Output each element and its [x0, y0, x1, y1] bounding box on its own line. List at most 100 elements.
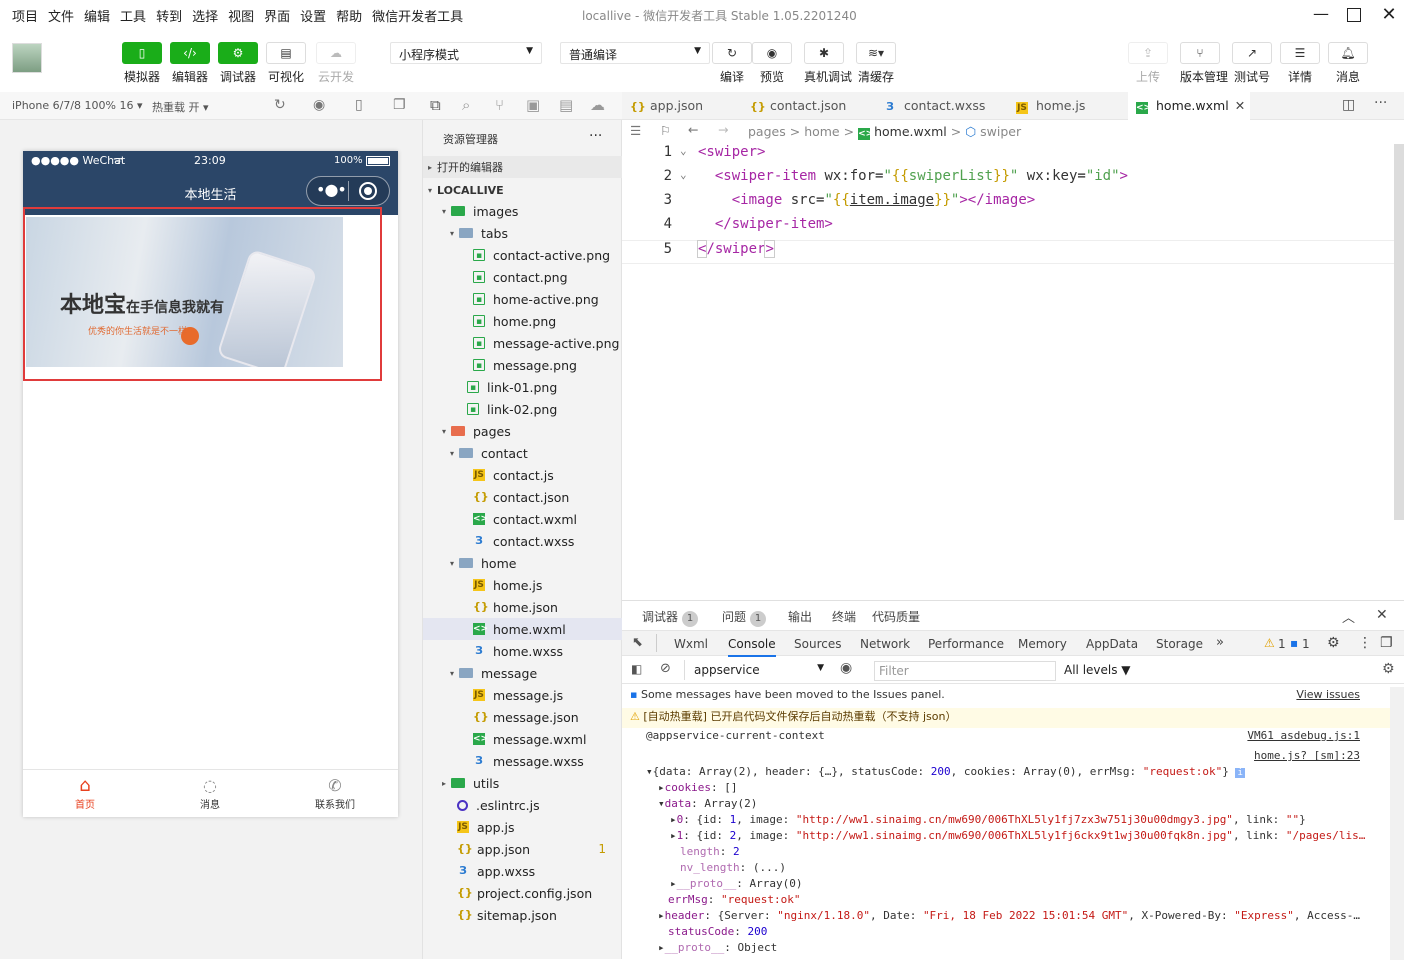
- tree-file[interactable]: <> home.wxml: [423, 618, 622, 640]
- maximize-icon[interactable]: [1343, 4, 1365, 26]
- tab-contact-json[interactable]: {} contact.json: [750, 92, 870, 120]
- source-link[interactable]: VM61 asdebug.js:1: [1247, 729, 1360, 742]
- tree-file[interactable]: {} app.json 1: [423, 838, 622, 860]
- log-prop[interactable]: ▸0: {id: 1, image: "http://ww1.sinaimg.c…: [622, 813, 1390, 829]
- tab-home-wxml[interactable]: <> home.wxml ✕: [1128, 92, 1250, 120]
- tab-terminal[interactable]: 终端: [832, 608, 856, 625]
- tree-file[interactable]: ▪ home.png: [423, 310, 622, 332]
- code-line[interactable]: 4 </swiper-item>: [622, 216, 1404, 240]
- tree-folder[interactable]: ▾ home: [423, 552, 622, 574]
- close-panel-icon[interactable]: ✕: [1376, 607, 1388, 623]
- tree-file[interactable]: {} sitemap.json: [423, 904, 622, 926]
- close-miniprogram-icon[interactable]: [359, 182, 377, 200]
- more-icon[interactable]: ···: [589, 128, 602, 144]
- forward-arrow-icon[interactable]: →: [718, 122, 728, 137]
- more-dots-icon[interactable]: •●•: [316, 180, 347, 199]
- tab-output[interactable]: 输出: [788, 608, 812, 625]
- tree-file[interactable]: {} project.config.json: [423, 882, 622, 904]
- rotate-icon[interactable]: ↻: [274, 97, 286, 113]
- menu-tools[interactable]: 工具: [115, 6, 151, 25]
- code-line-current[interactable]: 5 </swiper>: [622, 240, 1404, 264]
- tree-file[interactable]: JS message.js: [423, 684, 622, 706]
- version-button[interactable]: ⑂ 版本管理: [1180, 42, 1228, 85]
- tree-file[interactable]: ▪ message-active.png: [423, 332, 622, 354]
- capsule-menu[interactable]: •●•: [306, 176, 390, 206]
- preview-button[interactable]: ◉ 预览: [752, 42, 792, 85]
- tree-file[interactable]: <> message.wxml: [423, 728, 622, 750]
- upload-button[interactable]: ⇪ 上传: [1128, 42, 1168, 85]
- crumb-swiper[interactable]: swiper: [980, 124, 1021, 139]
- devtab-sources[interactable]: Sources: [794, 637, 841, 651]
- tree-file[interactable]: {} home.json: [423, 596, 622, 618]
- tree-file[interactable]: Зcontact.wxss: [423, 530, 622, 552]
- phone-outline-icon[interactable]: ▯: [355, 97, 363, 113]
- view-issues-link[interactable]: View issues: [1296, 688, 1360, 701]
- kebab-menu-icon[interactable]: ⋮: [1358, 635, 1372, 651]
- avatar[interactable]: [12, 43, 42, 73]
- tree-file[interactable]: JS app.js: [423, 816, 622, 838]
- tab-home-js[interactable]: JS home.js: [1016, 92, 1126, 120]
- console-filter-input[interactable]: Filter: [874, 661, 1056, 681]
- devtab-network[interactable]: Network: [860, 637, 910, 651]
- log-prop[interactable]: ▸__proto__: Array(0): [622, 877, 1390, 893]
- record-icon[interactable]: ◉: [313, 97, 325, 113]
- menu-settings[interactable]: 设置: [295, 6, 331, 25]
- menu-goto[interactable]: 转到: [151, 6, 187, 25]
- chevron-down-icon[interactable]: ▾: [445, 229, 459, 238]
- tab-contact[interactable]: ✆ 联系我们: [295, 776, 375, 811]
- list-icon[interactable]: ☰: [630, 123, 641, 138]
- tree-file[interactable]: ▪ link-01.png: [423, 376, 622, 398]
- chevron-down-icon[interactable]: ▾: [445, 449, 459, 458]
- git-icon[interactable]: ⑂: [495, 96, 504, 114]
- tree-file[interactable]: JS contact.js: [423, 464, 622, 486]
- menu-file[interactable]: 文件: [43, 6, 79, 25]
- storage-icon[interactable]: ▤: [559, 96, 573, 114]
- console-scrollbar[interactable]: [1390, 687, 1404, 960]
- console-settings-icon[interactable]: ⚙: [1382, 661, 1395, 677]
- log-levels-select[interactable]: All levels ▼: [1064, 663, 1131, 677]
- close-tab-icon[interactable]: ✕: [1235, 98, 1245, 113]
- search-icon[interactable]: ⌕: [462, 96, 470, 114]
- log-prop[interactable]: ▾data: Array(2): [622, 797, 1390, 813]
- crumb-pages[interactable]: pages: [748, 124, 786, 139]
- tab-debugger[interactable]: 调试器 1: [642, 608, 699, 627]
- info-icon[interactable]: ▪: [1290, 636, 1298, 650]
- chevron-down-icon[interactable]: ▾: [445, 669, 459, 678]
- menu-view[interactable]: 视图: [223, 6, 259, 25]
- eye-icon[interactable]: ◉: [840, 660, 852, 676]
- debugger-button[interactable]: ⚙ 调试器: [218, 42, 258, 85]
- mode-select[interactable]: 小程序模式 ▼: [390, 42, 542, 64]
- messages-button[interactable]: 🔔︎ 消息: [1328, 42, 1368, 85]
- tree-file[interactable]: ▪ link-02.png: [423, 398, 622, 420]
- tree-file[interactable]: JS home.js: [423, 574, 622, 596]
- log-prop[interactable]: ▸header: {Server: "nginx/1.18.0", Date: …: [622, 909, 1390, 925]
- tree-file[interactable]: ▪ contact.png: [423, 266, 622, 288]
- devtab-memory[interactable]: Memory: [1018, 637, 1067, 651]
- split-editor-icon[interactable]: ◫: [1342, 97, 1355, 113]
- open-editors-section[interactable]: ▸ 打开的编辑器: [423, 156, 622, 178]
- chevron-down-icon[interactable]: ▾: [437, 207, 451, 216]
- tab-app-json[interactable]: {} app.json: [630, 92, 740, 120]
- code-line[interactable]: 1 ⌄ <swiper>: [622, 144, 1404, 168]
- tree-file[interactable]: .eslintrc.js: [423, 794, 622, 816]
- visual-button[interactable]: ▤ 可视化: [266, 42, 306, 85]
- simulator-button[interactable]: ▯ 模拟器: [122, 42, 162, 85]
- clear-console-icon[interactable]: ⊘: [660, 661, 671, 676]
- tree-file[interactable]: {} message.json: [423, 706, 622, 728]
- devtab-storage[interactable]: Storage: [1156, 637, 1203, 651]
- more-tabs-icon[interactable]: »: [1216, 635, 1224, 650]
- tree-file[interactable]: <> contact.wxml: [423, 508, 622, 530]
- fold-icon[interactable]: ⌄: [680, 168, 687, 181]
- devtab-appdata[interactable]: AppData: [1086, 637, 1138, 651]
- settings-icon[interactable]: ⚙: [1327, 635, 1340, 651]
- cloud-dev-button[interactable]: ☁ 云开发: [316, 42, 356, 85]
- crumb-file[interactable]: home.wxml: [874, 124, 947, 139]
- tree-file[interactable]: ▪ contact-active.png: [423, 244, 622, 266]
- tab-messages[interactable]: ◌ 消息: [170, 776, 250, 811]
- bookmark-icon[interactable]: ⚐: [660, 123, 671, 138]
- tree-folder[interactable]: ▾ tabs: [423, 222, 622, 244]
- tree-folder[interactable]: ▾ pages: [423, 420, 622, 442]
- tree-folder[interactable]: ▾ contact: [423, 442, 622, 464]
- cloud-icon[interactable]: ☁: [590, 96, 605, 114]
- compile-select[interactable]: 普通编译 ▼: [560, 42, 710, 64]
